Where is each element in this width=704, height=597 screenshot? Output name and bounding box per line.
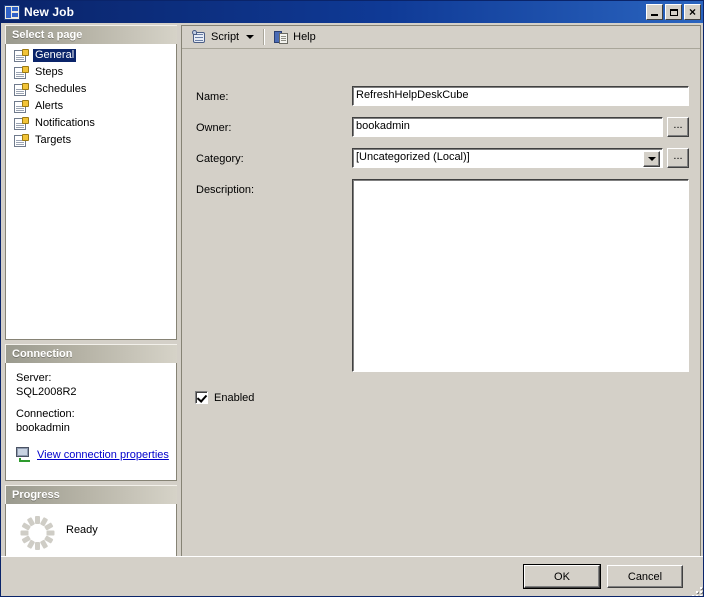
cancel-label: Cancel	[627, 570, 663, 583]
help-label: Help	[293, 31, 316, 43]
sidebar-item-label: Steps	[35, 66, 64, 78]
close-button[interactable]	[684, 4, 701, 20]
toolbar-separator	[263, 29, 266, 45]
name-label: Name:	[196, 91, 229, 103]
owner-value: bookadmin	[356, 120, 410, 132]
enabled-checkbox[interactable]	[195, 391, 208, 404]
category-browse-label: ...	[673, 150, 683, 162]
sidebar-item-label: Targets	[35, 134, 72, 146]
minimize-icon	[647, 5, 662, 19]
category-value: [Uncategorized (Local)]	[356, 151, 470, 163]
close-icon	[685, 5, 700, 19]
sidebar-item-label: General	[33, 49, 77, 62]
maximize-button[interactable]	[665, 4, 682, 20]
script-label: Script	[211, 31, 240, 43]
resize-grip[interactable]	[690, 585, 702, 596]
enabled-checkbox-row[interactable]: Enabled	[195, 391, 254, 404]
sidebar-item-schedules[interactable]: Schedules	[8, 81, 174, 98]
sidebar-item-label: Alerts	[35, 100, 64, 112]
sidebar-item-notifications[interactable]: Notifications	[8, 115, 174, 132]
title-bar[interactable]: New Job	[1, 1, 703, 23]
sidebar-item-targets[interactable]: Targets	[8, 132, 174, 149]
progress-spinner-icon	[20, 516, 54, 550]
page-icon	[14, 116, 29, 131]
owner-label: Owner:	[196, 122, 232, 134]
chevron-down-icon[interactable]	[246, 35, 255, 39]
content-panel: Script Help Name: RefreshHelpDeskCube Ow…	[181, 25, 701, 576]
connection-panel: Server: SQL2008R2 Connection: bookadmin …	[5, 363, 177, 481]
server-label: Server:	[16, 372, 52, 384]
connection-header: Connection	[5, 344, 177, 363]
page-icon	[14, 82, 29, 97]
select-a-page-header: Select a page	[5, 25, 177, 44]
page-icon	[14, 133, 29, 148]
server-value: SQL2008R2	[16, 386, 77, 398]
connection-value: bookadmin	[16, 422, 70, 434]
dialog-body: Select a page General Steps Schedules Al…	[1, 23, 703, 596]
view-connection-properties-link[interactable]: View connection properties	[37, 449, 169, 461]
page-icon	[14, 65, 29, 80]
page-icon	[14, 48, 29, 63]
description-label: Description:	[196, 184, 255, 196]
cancel-button[interactable]: Cancel	[607, 565, 683, 588]
sidebar-item-label: Notifications	[35, 117, 95, 129]
owner-browse-button[interactable]: ...	[667, 117, 689, 137]
window-properties-icon	[4, 4, 20, 20]
script-button[interactable]: Script	[188, 27, 258, 47]
minimize-button[interactable]	[646, 4, 663, 20]
connection-label: Connection:	[16, 408, 75, 420]
progress-status: Ready	[66, 524, 98, 536]
page-icon	[14, 99, 29, 114]
description-value	[353, 180, 688, 182]
sidebar-item-steps[interactable]: Steps	[8, 64, 174, 81]
window-controls	[646, 4, 701, 20]
ok-label: OK	[554, 570, 570, 583]
owner-input[interactable]: bookadmin	[352, 117, 663, 137]
category-combobox[interactable]: [Uncategorized (Local)]	[352, 148, 663, 168]
ok-button[interactable]: OK	[523, 564, 601, 589]
dialog-footer: OK Cancel	[1, 556, 703, 596]
description-textarea[interactable]	[352, 179, 689, 372]
name-value: RefreshHelpDeskCube	[356, 89, 469, 101]
new-job-dialog: New Job Select a page General Steps	[0, 0, 704, 597]
server-connection-icon	[16, 447, 33, 462]
maximize-icon	[666, 5, 681, 19]
toolbar: Script Help	[182, 26, 700, 49]
sidebar: Select a page General Steps Schedules Al…	[5, 25, 177, 580]
category-browse-button[interactable]: ...	[667, 148, 689, 168]
window-title: New Job	[24, 5, 75, 19]
view-connection-properties-row[interactable]: View connection properties	[16, 447, 169, 462]
help-button[interactable]: Help	[270, 27, 320, 47]
chevron-down-icon[interactable]	[643, 151, 660, 167]
owner-browse-label: ...	[673, 119, 683, 131]
page-list: General Steps Schedules Alerts Notificat	[5, 44, 177, 340]
enabled-label: Enabled	[214, 391, 255, 404]
sidebar-item-alerts[interactable]: Alerts	[8, 98, 174, 115]
category-label: Category:	[196, 153, 244, 165]
progress-header: Progress	[5, 485, 177, 504]
help-icon	[274, 30, 289, 45]
sidebar-item-general[interactable]: General	[8, 47, 174, 64]
name-input[interactable]: RefreshHelpDeskCube	[352, 86, 689, 106]
script-icon	[192, 29, 207, 45]
sidebar-item-label: Schedules	[35, 83, 87, 95]
